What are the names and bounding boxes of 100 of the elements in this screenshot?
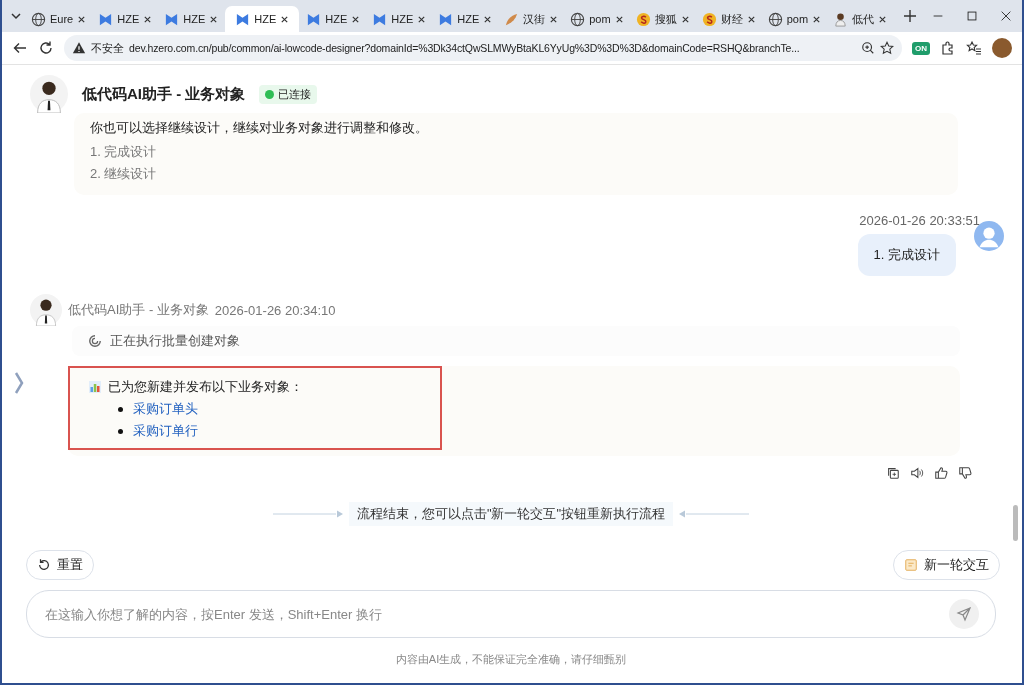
zoom-icon[interactable] <box>861 41 875 55</box>
option-item[interactable]: 2. 继续设计 <box>90 163 942 185</box>
browser-tab[interactable]: 财经 <box>696 6 761 32</box>
flag-icon <box>306 11 322 27</box>
close-icon[interactable] <box>812 14 822 24</box>
tab-title: HZE <box>117 13 140 25</box>
close-icon[interactable] <box>614 14 624 24</box>
tab-title: pom <box>589 13 611 25</box>
security-label: 不安全 <box>91 40 124 56</box>
tab-title: pom <box>786 13 809 25</box>
copy-icon[interactable] <box>886 466 900 480</box>
option-item[interactable]: 1. 完成设计 <box>90 141 942 163</box>
browser-tab[interactable]: HZE <box>225 6 300 32</box>
reload-icon[interactable] <box>38 40 54 56</box>
flag-icon <box>438 11 454 27</box>
browser-tab[interactable]: 汉街 <box>499 6 564 32</box>
tab-title: 汉街 <box>523 11 546 27</box>
back-icon[interactable] <box>12 40 28 56</box>
browser-tab[interactable]: HZE <box>301 6 366 32</box>
puzzle-icon[interactable] <box>940 40 956 56</box>
tab-title: 财经 <box>720 11 743 27</box>
browser-tab[interactable]: HZE <box>367 6 432 32</box>
globe-icon <box>767 11 783 27</box>
object-link[interactable]: 采购订单行 <box>133 422 198 440</box>
person-icon <box>833 11 849 27</box>
message-time: 2026-01-26 20:34:10 <box>214 302 336 318</box>
disclaimer-text: 内容由AI生成，不能保证完全准确，请仔细甄别 <box>395 652 627 667</box>
star-icon[interactable] <box>880 41 894 55</box>
coin-icon <box>701 11 717 27</box>
tab-title: HZE <box>325 13 348 25</box>
close-icon[interactable] <box>143 14 153 24</box>
close-icon[interactable] <box>549 14 559 24</box>
browser-tab[interactable]: pom <box>565 6 629 32</box>
browser-tab[interactable]: Eure <box>26 6 92 32</box>
spinner-icon <box>88 334 102 348</box>
thumbs-up-icon[interactable] <box>934 466 948 480</box>
send-button[interactable] <box>949 599 979 629</box>
browser-tab[interactable]: pom <box>762 6 827 32</box>
browser-tab[interactable]: 搜狐 <box>630 6 695 32</box>
message-input[interactable]: 在这输入你想了解的内容，按Enter 发送，Shift+Enter 换行 <box>43 605 949 623</box>
tab-title: 低代 <box>852 11 875 27</box>
tab-title: HZE <box>183 13 206 25</box>
tab-title: Eure <box>50 13 74 25</box>
bullet-icon <box>118 406 123 412</box>
flag-icon <box>235 11 251 27</box>
bar-chart-icon <box>88 380 102 394</box>
favorites-icon[interactable] <box>966 40 982 56</box>
send-icon <box>956 606 972 622</box>
flag-icon <box>372 11 388 27</box>
close-icon[interactable] <box>483 14 493 24</box>
assistant-avatar <box>30 75 68 113</box>
assistant-avatar <box>30 294 62 326</box>
chat-title: 低代码AI助手 - 业务对象 <box>82 84 246 104</box>
globe-icon <box>570 11 586 27</box>
tab-title: 搜狐 <box>654 11 677 27</box>
flow-end-message: 流程结束，您可以点击"新一轮交互"按钮重新执行流程 <box>348 502 674 526</box>
tab-title: HZE <box>457 13 480 25</box>
browser-tab[interactable]: HZE <box>159 6 224 32</box>
user-message: 1. 完成设计 <box>857 234 956 276</box>
address-bar[interactable]: 不安全 dev.hzero.com.cn/pub/common/ai-lowcode-designer?domainId=%3Dk34ctQwSLMWyBtaKL6YyUg%3D%3D%3D&domainCode=RSHQ&branchTe... <box>64 35 902 61</box>
close-icon[interactable] <box>351 14 361 24</box>
scrollbar-thumb[interactable] <box>1013 505 1018 541</box>
thumbs-down-icon[interactable] <box>958 466 972 480</box>
reset-icon <box>37 558 51 572</box>
tab-title: HZE <box>391 13 414 25</box>
speaker-icon[interactable] <box>910 466 924 480</box>
close-icon[interactable] <box>680 14 690 24</box>
browser-tab[interactable]: HZE <box>433 6 498 32</box>
maximize-icon[interactable] <box>965 9 980 23</box>
browser-tab[interactable]: HZE <box>93 6 158 32</box>
input-bar[interactable]: 在这输入你想了解的内容，按Enter 发送，Shift+Enter 换行 <box>26 590 996 638</box>
close-icon[interactable] <box>209 14 219 24</box>
url-text: dev.hzero.com.cn/pub/common/ai-lowcode-designer?domainId=%3Dk34ctQwSLMWyBtaKL6YyUg%3D%3D%3D&domainCode=RSHQ&branchTe... <box>129 42 801 54</box>
message-text: 你也可以选择继续设计，继续对业务对象进行调整和修改。 <box>90 119 429 137</box>
profile-avatar[interactable] <box>992 38 1012 58</box>
note-icon <box>904 558 918 572</box>
expand-handle-icon[interactable] <box>14 371 24 395</box>
warning-icon <box>72 41 86 55</box>
close-icon[interactable] <box>878 14 888 24</box>
object-link[interactable]: 采购订单头 <box>133 400 198 418</box>
close-icon[interactable] <box>77 14 87 24</box>
coin-icon <box>635 11 651 27</box>
step-text: 正在执行批量创建对象 <box>110 332 240 350</box>
reset-button[interactable]: 重置 <box>26 550 94 580</box>
close-icon[interactable] <box>746 14 756 24</box>
flag-icon <box>98 11 114 27</box>
globe-icon <box>31 11 46 27</box>
arrow-line-icon <box>272 510 343 518</box>
sender-name: 低代码AI助手 - 业务对象 <box>68 301 209 319</box>
bullet-icon <box>118 428 123 434</box>
connection-status: 已连接 <box>259 84 318 104</box>
message-time: 2026-01-26 20:33:51 <box>859 213 980 228</box>
tab-title: HZE <box>254 13 277 25</box>
new-round-button[interactable]: 新一轮交互 <box>893 550 1000 580</box>
close-icon[interactable] <box>280 14 290 24</box>
result-title: 已为您新建并发布以下业务对象： <box>108 378 303 396</box>
close-icon[interactable] <box>417 14 427 24</box>
new-tab-icon[interactable] <box>902 8 919 24</box>
arrow-line-icon <box>679 510 750 518</box>
browser-tab[interactable]: 低代 <box>828 6 893 32</box>
